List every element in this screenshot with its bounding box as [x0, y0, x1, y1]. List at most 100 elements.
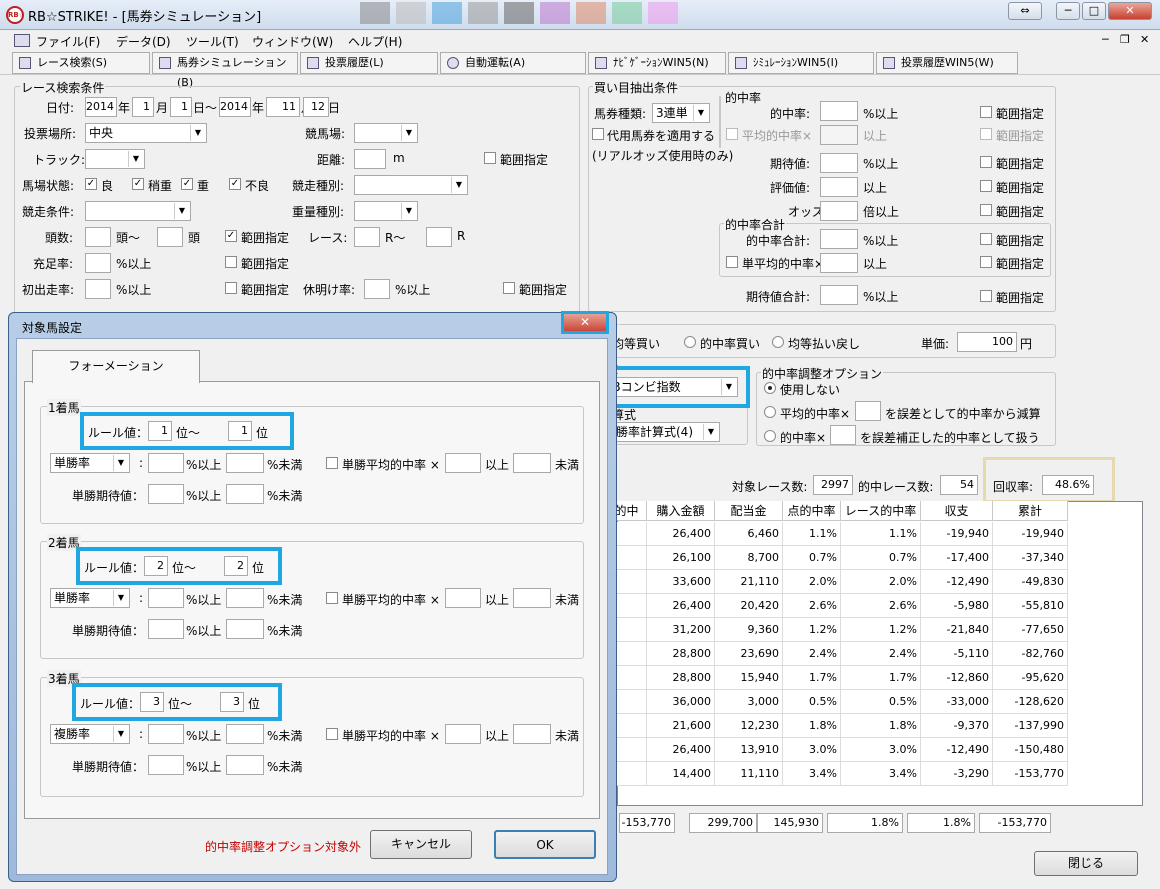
- table-cell[interactable]: 3.4%: [841, 762, 921, 786]
- to-month-input[interactable]: 11: [266, 97, 300, 117]
- toolbar-race-search-button[interactable]: レース検索(S): [12, 52, 150, 74]
- table-cell[interactable]: 1.2%: [841, 618, 921, 642]
- table-cell[interactable]: 31,200: [647, 618, 715, 642]
- table-cell[interactable]: -17,400: [921, 546, 993, 570]
- table-cell[interactable]: 0.7%: [783, 546, 841, 570]
- table-cell[interactable]: -12,490: [921, 570, 993, 594]
- fill-range-checkbox[interactable]: [225, 256, 237, 268]
- adjust-avg-radio[interactable]: [764, 406, 776, 418]
- rate-kind-select[interactable]: 単勝率 ▼: [50, 588, 130, 608]
- to-day-input[interactable]: 12: [303, 97, 329, 117]
- course-select[interactable]: ▼: [354, 123, 418, 143]
- expect-over-input[interactable]: [148, 619, 184, 639]
- table-cell[interactable]: -19,940: [993, 522, 1068, 546]
- table-cell[interactable]: 0.7%: [841, 546, 921, 570]
- fill-rate-input[interactable]: [85, 253, 111, 273]
- table-cell[interactable]: -153,770: [993, 762, 1068, 786]
- avg-hit-checkbox[interactable]: [326, 592, 338, 604]
- race-from-input[interactable]: [354, 227, 380, 247]
- rest-rate-input[interactable]: [364, 279, 390, 299]
- condition-good-checkbox[interactable]: ✓: [85, 178, 97, 190]
- table-cell[interactable]: [617, 714, 647, 738]
- table-cell[interactable]: 21,600: [647, 714, 715, 738]
- toolbar-vote-history-win5-button[interactable]: 投票履歴WIN5(W): [876, 52, 1018, 74]
- expect-under-input[interactable]: [226, 619, 264, 639]
- avg-under-input[interactable]: [513, 453, 551, 473]
- table-cell[interactable]: -95,620: [993, 666, 1068, 690]
- table-cell[interactable]: 2.0%: [783, 570, 841, 594]
- table-cell[interactable]: 1.8%: [841, 714, 921, 738]
- hit-sum-input[interactable]: [820, 229, 858, 249]
- table-cell[interactable]: 20,420: [715, 594, 783, 618]
- rule-to-input[interactable]: 2: [224, 556, 248, 576]
- condition-heavy-checkbox[interactable]: ✓: [181, 178, 193, 190]
- avg-hit-input[interactable]: [820, 125, 858, 145]
- rate-under-input[interactable]: [226, 588, 264, 608]
- expect-under-input[interactable]: [226, 484, 264, 504]
- table-cell[interactable]: -137,990: [993, 714, 1068, 738]
- table-cell[interactable]: -55,810: [993, 594, 1068, 618]
- table-cell[interactable]: -37,340: [993, 546, 1068, 570]
- ok-button[interactable]: OK: [494, 830, 596, 859]
- minimize-button[interactable]: ─: [1056, 2, 1080, 20]
- adjust-hit-input[interactable]: [830, 425, 856, 445]
- table-cell[interactable]: -5,980: [921, 594, 993, 618]
- toolbar-bet-simulation-button[interactable]: 馬券シミュレーション(B): [152, 52, 298, 89]
- unit-price-input[interactable]: 100: [957, 332, 1017, 352]
- avg-hit-range-checkbox[interactable]: [980, 128, 992, 140]
- table-cell[interactable]: 26,400: [647, 594, 715, 618]
- single-avg-range-checkbox[interactable]: [980, 256, 992, 268]
- column-header[interactable]: レース的中率: [841, 501, 921, 521]
- table-cell[interactable]: 2.0%: [841, 570, 921, 594]
- odds-input[interactable]: [820, 201, 858, 221]
- expect-sum-input[interactable]: [820, 285, 858, 305]
- table-cell[interactable]: 0.5%: [841, 690, 921, 714]
- adjust-hit-radio[interactable]: [764, 430, 776, 442]
- column-header[interactable]: 累計: [993, 501, 1068, 521]
- table-cell[interactable]: 28,800: [647, 642, 715, 666]
- table-cell[interactable]: [617, 690, 647, 714]
- substitute-checkbox[interactable]: [592, 128, 604, 140]
- avg-hit-checkbox[interactable]: [326, 457, 338, 469]
- race-to-input[interactable]: [426, 227, 452, 247]
- bet-kind-select[interactable]: 3連単 ▼: [652, 103, 710, 123]
- table-cell[interactable]: 23,690: [715, 642, 783, 666]
- table-cell[interactable]: [617, 738, 647, 762]
- from-year-input[interactable]: 2014: [85, 97, 117, 117]
- table-cell[interactable]: -12,490: [921, 738, 993, 762]
- condition-slightly-heavy-checkbox[interactable]: ✓: [132, 178, 144, 190]
- table-cell[interactable]: -3,290: [921, 762, 993, 786]
- column-header[interactable]: 購入金額: [647, 501, 715, 521]
- table-cell[interactable]: -21,840: [921, 618, 993, 642]
- avg-over-input[interactable]: [445, 588, 481, 608]
- toolbar-vote-history-button[interactable]: 投票履歴(L): [300, 52, 438, 74]
- table-cell[interactable]: 9,360: [715, 618, 783, 642]
- avg-over-input[interactable]: [445, 724, 481, 744]
- venue-select[interactable]: 中央 ▼: [85, 123, 207, 143]
- expect-sum-range-checkbox[interactable]: [980, 290, 992, 302]
- first-run-input[interactable]: [85, 279, 111, 299]
- table-cell[interactable]: 1.8%: [783, 714, 841, 738]
- first-run-range-checkbox[interactable]: [225, 282, 237, 294]
- column-header[interactable]: 点的中率: [783, 501, 841, 521]
- hit-sum-range-checkbox[interactable]: [980, 233, 992, 245]
- rest-range-checkbox[interactable]: [503, 282, 515, 294]
- maximize-button[interactable]: □: [1082, 2, 1106, 20]
- alloc-hit-radio[interactable]: [684, 336, 696, 348]
- column-header[interactable]: 収支: [921, 501, 993, 521]
- table-cell[interactable]: 0.5%: [783, 690, 841, 714]
- table-cell[interactable]: -19,940: [921, 522, 993, 546]
- close-button[interactable]: 閉じる: [1034, 851, 1138, 876]
- table-cell[interactable]: 36,000: [647, 690, 715, 714]
- single-avg-input[interactable]: [820, 253, 858, 273]
- from-month-input[interactable]: 1: [132, 97, 154, 117]
- formula-select[interactable]: 単勝率計算式(4) ▼: [600, 422, 720, 442]
- rule-to-input[interactable]: 1: [228, 421, 252, 441]
- expect-under-input[interactable]: [226, 755, 264, 775]
- restore-window-button[interactable]: ⇔: [1008, 2, 1042, 20]
- table-cell[interactable]: 6,460: [715, 522, 783, 546]
- from-day-input[interactable]: 1: [170, 97, 192, 117]
- table-cell[interactable]: 21,110: [715, 570, 783, 594]
- rule-from-input[interactable]: 2: [144, 556, 168, 576]
- table-cell[interactable]: -150,480: [993, 738, 1068, 762]
